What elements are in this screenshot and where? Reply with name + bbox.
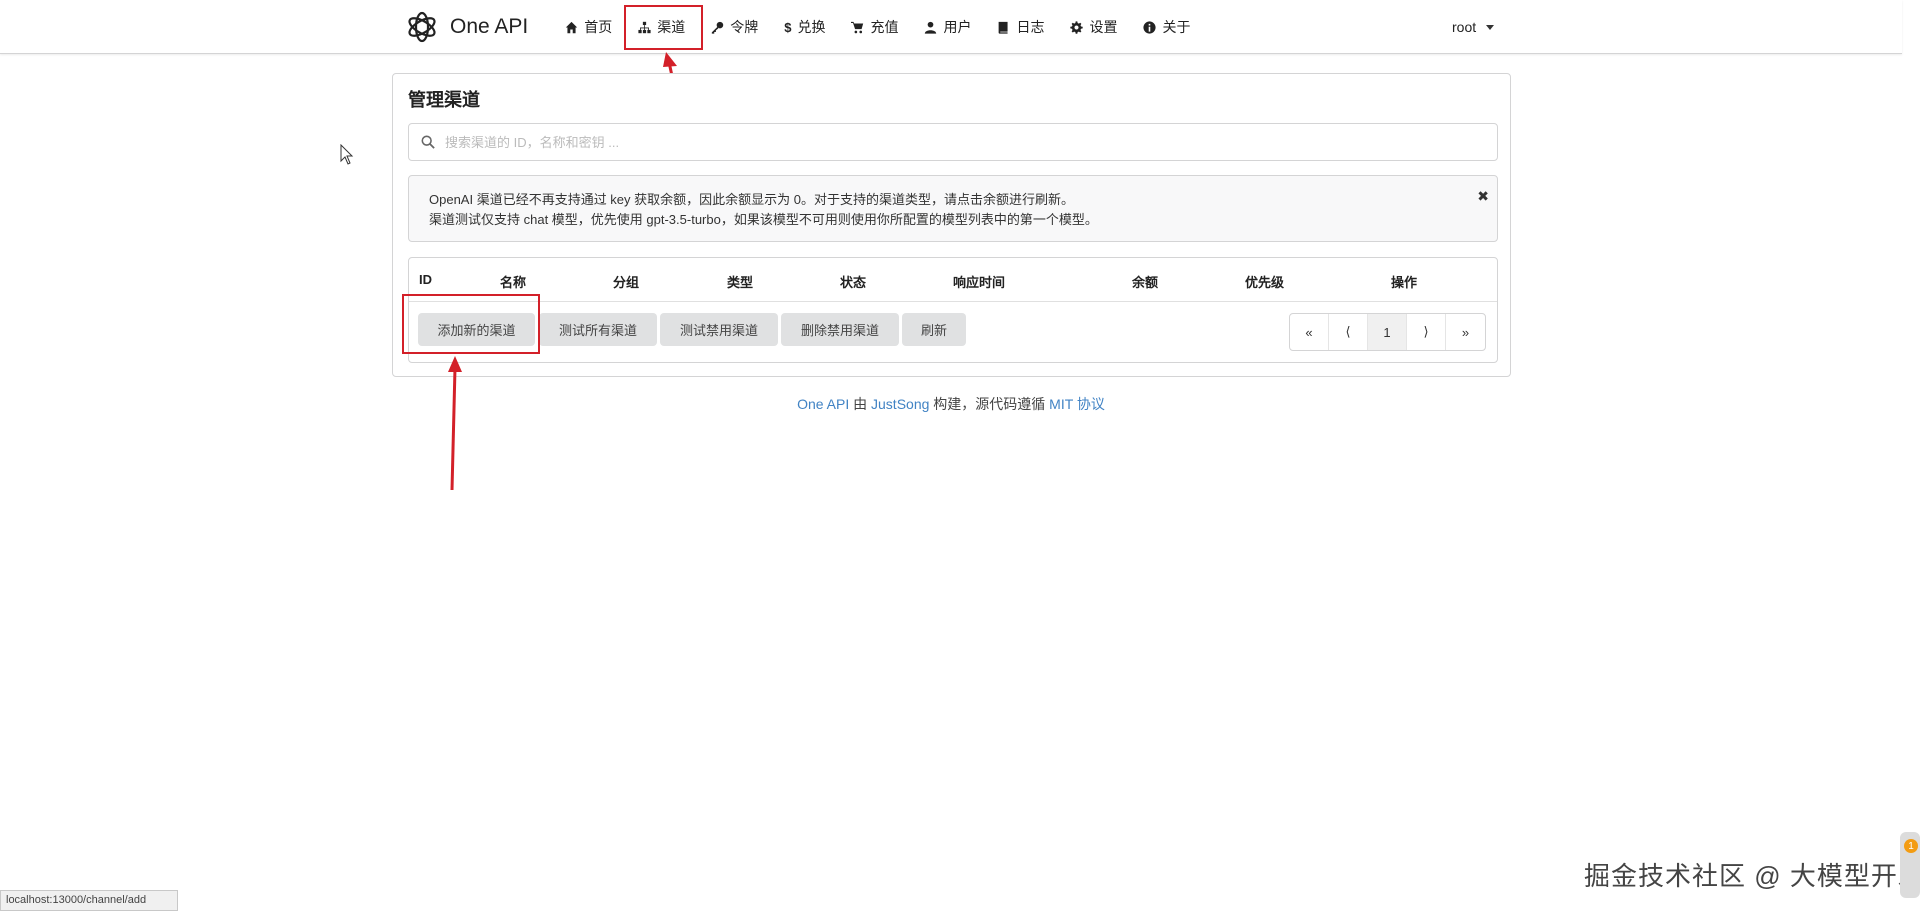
notice-line-2: 渠道测试仅支持 chat 模型，优先使用 gpt-3.5-turbo，如果该模型… bbox=[429, 212, 1098, 227]
column-header-priority[interactable]: 优先级 bbox=[1245, 272, 1284, 291]
nav-item-label: 兑换 bbox=[797, 19, 826, 35]
test-disabled-channels-button[interactable]: 测试禁用渠道 bbox=[660, 313, 778, 346]
footer-author-link[interactable]: JustSong bbox=[871, 396, 929, 412]
user-menu[interactable]: root bbox=[1452, 0, 1495, 54]
nav-item-label: 设置 bbox=[1089, 19, 1118, 35]
key-icon bbox=[711, 21, 724, 34]
nav-item-home[interactable]: 首页 bbox=[552, 0, 625, 54]
footer-license-link[interactable]: MIT 协议 bbox=[1049, 396, 1105, 412]
pagination-next[interactable]: ⟩ bbox=[1407, 314, 1446, 350]
pagination-first[interactable]: « bbox=[1290, 314, 1329, 350]
nav-item-redeem[interactable]: $ 兑换 bbox=[771, 0, 838, 54]
column-header-response-time[interactable]: 响应时间 bbox=[953, 272, 1005, 291]
brand[interactable]: One API bbox=[404, 0, 528, 54]
pagination-page-1[interactable]: 1 bbox=[1368, 314, 1407, 350]
footer-project-link[interactable]: One API bbox=[797, 396, 849, 412]
channel-table: ID 名称 分组 类型 状态 响应时间 余额 优先级 操作 添加新的渠道 测试所… bbox=[408, 257, 1498, 363]
top-navbar: One API 首页 渠道 令牌 $ 兑换 充值 用户 日志 设置 关于 roo… bbox=[0, 0, 1902, 54]
nav-item-logs[interactable]: 日志 bbox=[984, 0, 1057, 54]
test-all-channels-button[interactable]: 测试所有渠道 bbox=[539, 313, 657, 346]
refresh-button[interactable]: 刷新 bbox=[902, 313, 966, 346]
chevron-down-icon bbox=[1486, 24, 1495, 30]
nav-item-label: 首页 bbox=[584, 19, 613, 35]
highlight-box-add-channel bbox=[402, 294, 540, 354]
search-icon bbox=[421, 135, 435, 149]
openai-logo-icon bbox=[408, 11, 436, 43]
search-box[interactable] bbox=[408, 123, 1498, 161]
nav-inner: One API 首页 渠道 令牌 $ 兑换 充值 用户 日志 设置 关于 bbox=[404, 0, 1504, 54]
nav-item-topup[interactable]: 充值 bbox=[838, 0, 911, 54]
nav-item-about[interactable]: 关于 bbox=[1130, 0, 1203, 54]
page-title: 管理渠道 bbox=[408, 90, 480, 110]
notice-line-1: OpenAI 渠道已经不再支持通过 key 获取余额，因此余额显示为 0。对于支… bbox=[429, 192, 1074, 207]
nav-item-settings[interactable]: 设置 bbox=[1057, 0, 1130, 54]
red-arrow-icon bbox=[448, 356, 462, 491]
column-header-status[interactable]: 状态 bbox=[840, 272, 866, 291]
user-name: root bbox=[1452, 19, 1477, 35]
pagination: « ⟨ 1 ⟩ » bbox=[1289, 313, 1486, 351]
info-icon bbox=[1143, 20, 1157, 34]
cart-icon bbox=[851, 21, 864, 34]
channel-management-card: 管理渠道 OpenAI 渠道已经不再支持通过 key 获取余额，因此余额显示为 … bbox=[392, 73, 1511, 377]
info-notice: OpenAI 渠道已经不再支持通过 key 获取余额，因此余额显示为 0。对于支… bbox=[408, 175, 1498, 242]
browser-status-url: localhost:13000/channel/add bbox=[0, 890, 178, 911]
user-icon bbox=[924, 21, 937, 34]
nav-item-label: 日志 bbox=[1016, 19, 1045, 35]
home-icon bbox=[565, 21, 578, 34]
footer-text-built: 构建，源代码遵循 bbox=[929, 396, 1050, 412]
column-header-group[interactable]: 分组 bbox=[613, 272, 639, 291]
search-input[interactable] bbox=[445, 134, 1445, 150]
table-header: ID 名称 分组 类型 状态 响应时间 余额 优先级 操作 bbox=[409, 258, 1497, 302]
nav-item-users[interactable]: 用户 bbox=[911, 0, 984, 54]
nav-item-label: 用户 bbox=[943, 19, 972, 35]
nav-item-tokens[interactable]: 令牌 bbox=[698, 0, 771, 54]
dollar-icon: $ bbox=[784, 19, 792, 35]
close-icon[interactable]: ✖ bbox=[1477, 186, 1489, 206]
delete-disabled-channels-button[interactable]: 删除禁用渠道 bbox=[781, 313, 899, 346]
nav-item-label: 令牌 bbox=[730, 19, 759, 35]
footer: One API 由 JustSong 构建，源代码遵循 MIT 协议 bbox=[0, 394, 1902, 414]
pagination-prev[interactable]: ⟨ bbox=[1329, 314, 1368, 350]
pagination-last[interactable]: » bbox=[1446, 314, 1485, 350]
column-header-actions: 操作 bbox=[1391, 275, 1418, 290]
nav-item-label: 充值 bbox=[870, 19, 899, 35]
mouse-cursor-icon bbox=[340, 144, 354, 165]
book-icon bbox=[997, 21, 1010, 34]
brand-name: One API bbox=[450, 15, 529, 38]
footer-text-by: 由 bbox=[849, 396, 872, 412]
nav-item-label: 关于 bbox=[1162, 19, 1191, 35]
column-header-id[interactable]: ID bbox=[419, 272, 432, 287]
gear-icon bbox=[1070, 20, 1084, 34]
column-header-type[interactable]: 类型 bbox=[727, 272, 753, 291]
column-header-balance[interactable]: 余额 bbox=[1132, 272, 1158, 291]
watermark-text: 掘金技术社区 @ 大模型开发 bbox=[1584, 861, 1920, 891]
column-header-name[interactable]: 名称 bbox=[500, 272, 526, 291]
highlight-box-channels bbox=[624, 5, 703, 50]
notification-badge: 1 bbox=[1904, 839, 1918, 853]
